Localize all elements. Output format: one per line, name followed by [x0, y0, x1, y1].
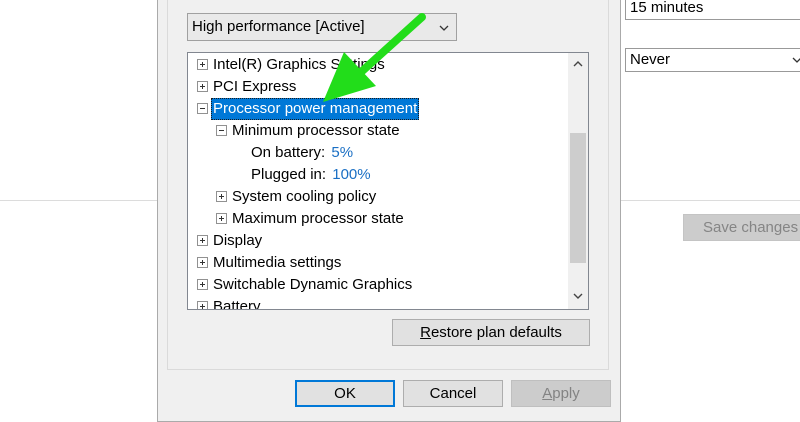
tree-item-label: Processor power management	[211, 98, 420, 120]
power-plan-value: High performance [Active]	[192, 18, 365, 35]
tree-item-label: Battery	[213, 298, 261, 310]
cancel-button[interactable]: Cancel	[403, 380, 503, 407]
tree-item-label: Switchable Dynamic Graphics	[213, 276, 413, 293]
chevron-down-icon	[792, 57, 800, 63]
apply-mnemonic: A	[542, 385, 553, 402]
collapse-icon[interactable]	[216, 125, 227, 136]
setting-label: On battery:	[251, 144, 326, 161]
chevron-up-icon[interactable]	[572, 58, 584, 70]
tree-scrollbar[interactable]	[568, 53, 588, 309]
tree-item-label: Minimum processor state	[232, 122, 400, 139]
setting-value[interactable]: 100%	[332, 166, 370, 183]
collapse-icon[interactable]	[197, 103, 208, 114]
ok-button[interactable]: OK	[295, 380, 395, 407]
sleep-timeout-value: 15 minutes	[630, 0, 704, 16]
save-changes-button[interactable]: Save changes	[683, 214, 800, 241]
tree-item-label: Maximum processor state	[232, 210, 404, 227]
tree-item-label: Multimedia settings	[213, 254, 342, 271]
sleep-timeout-select[interactable]: 15 minutes	[625, 0, 800, 20]
expand-icon[interactable]	[197, 257, 208, 268]
tree-item-label: PCI Express	[213, 78, 297, 95]
expand-icon[interactable]	[197, 235, 208, 246]
tree-item-label: Intel(R) Graphics Settings	[213, 56, 385, 73]
expand-icon[interactable]	[216, 191, 227, 202]
restore-plan-defaults-button[interactable]: Restore plan defaults	[392, 319, 590, 346]
expand-icon[interactable]	[197, 279, 208, 290]
restore-label-rest: estore plan defaults	[430, 324, 562, 341]
tree-item-plugged-in[interactable]: Plugged in: 100%	[251, 164, 371, 186]
expand-icon[interactable]	[197, 301, 208, 309]
scrollbar-thumb[interactable]	[570, 133, 586, 263]
chevron-down-icon	[439, 25, 449, 31]
never-timeout-select[interactable]: Never	[625, 48, 800, 72]
tree-item-label: Display	[213, 232, 263, 249]
setting-label: Plugged in:	[251, 166, 327, 183]
tree-item-on-battery[interactable]: On battery: 5%	[251, 142, 353, 164]
expand-icon[interactable]	[216, 213, 227, 224]
power-settings-tree[interactable]: Intel(R) Graphics Settings PCI Express P…	[187, 52, 589, 310]
tree-item-label: System cooling policy	[232, 188, 377, 205]
apply-button[interactable]: Apply	[511, 380, 611, 407]
expand-icon[interactable]	[197, 81, 208, 92]
setting-value[interactable]: 5%	[331, 144, 353, 161]
apply-label-rest: pply	[552, 385, 580, 402]
power-plan-select[interactable]: High performance [Active]	[187, 13, 457, 41]
restore-mnemonic: R	[420, 324, 431, 341]
expand-icon[interactable]	[197, 59, 208, 70]
never-timeout-value: Never	[630, 51, 671, 68]
chevron-down-icon[interactable]	[572, 290, 584, 302]
